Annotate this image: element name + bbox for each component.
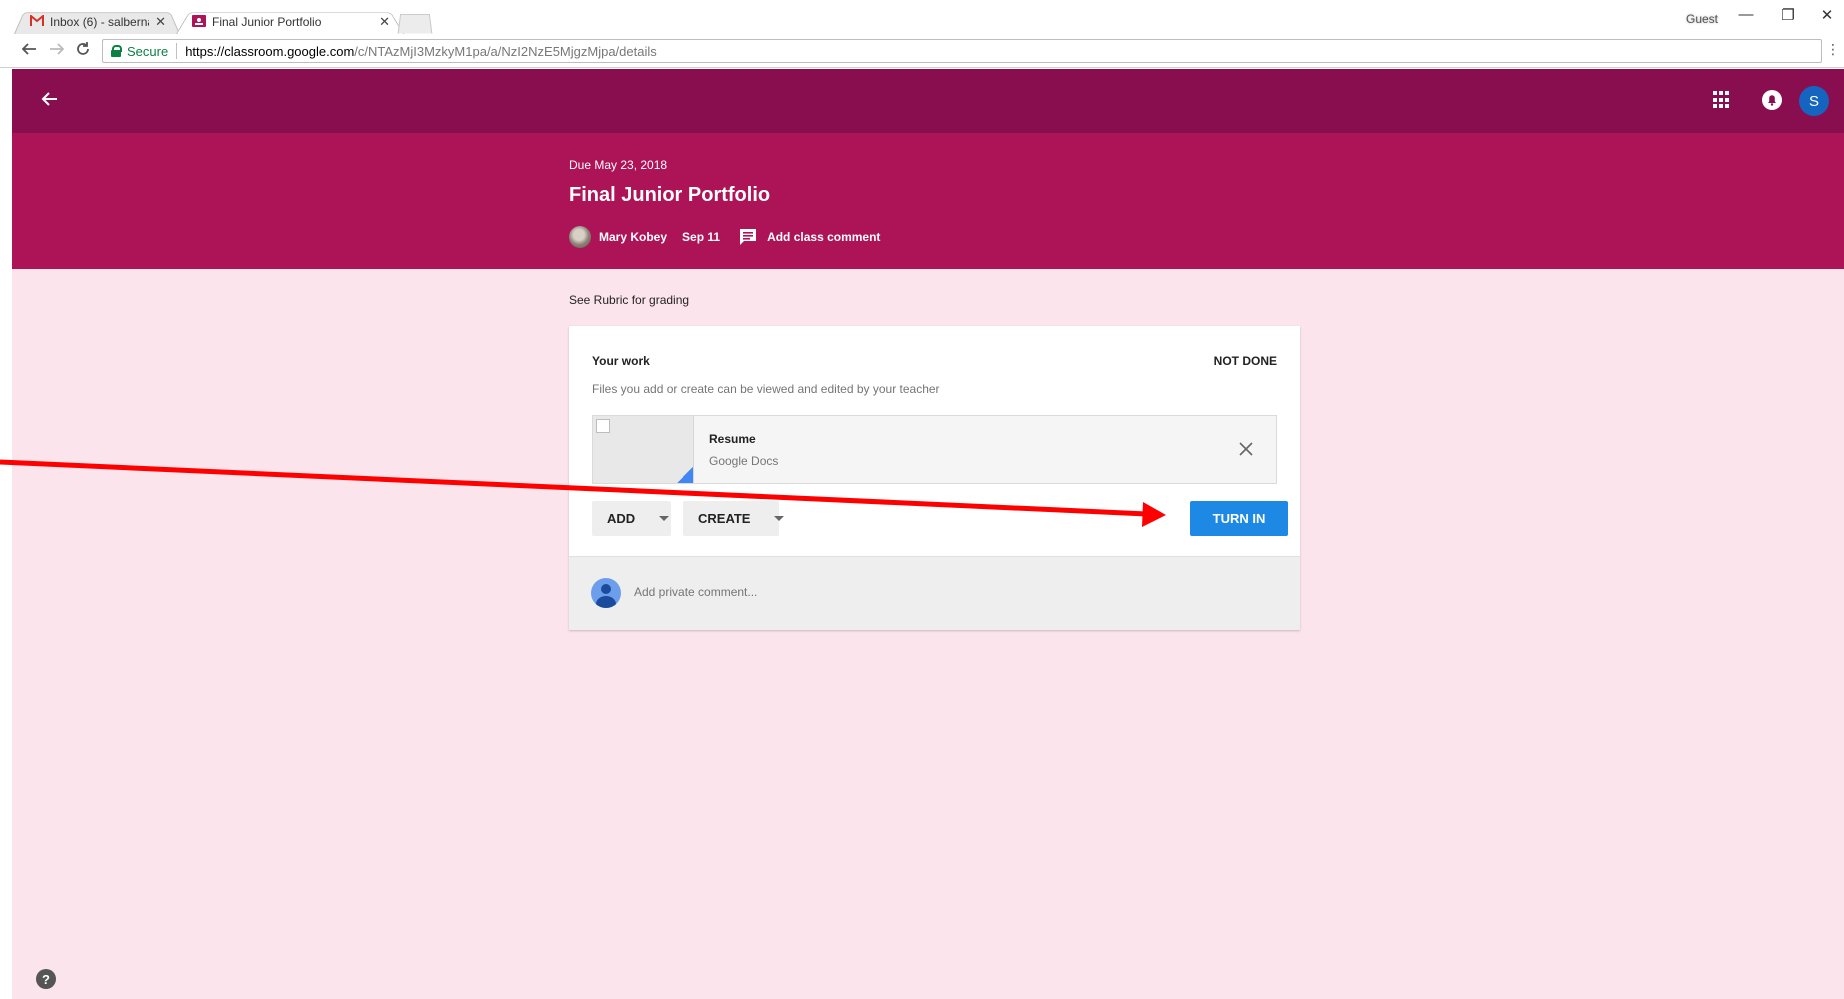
- user-avatar[interactable]: S: [1799, 86, 1829, 116]
- guest-profile-label[interactable]: Guest: [1686, 12, 1718, 26]
- gmail-icon: [30, 15, 44, 26]
- browser-menu-icon[interactable]: ⋮: [1826, 41, 1840, 58]
- due-date: Due May 23, 2018: [569, 158, 668, 172]
- attachment-item[interactable]: Resume Google Docs: [592, 415, 1277, 484]
- back-arrow-icon[interactable]: [38, 87, 62, 111]
- add-button[interactable]: ADD: [592, 501, 671, 536]
- user-icon: [591, 578, 621, 608]
- tab-close-icon[interactable]: ✕: [155, 14, 166, 30]
- broken-image-icon: [596, 419, 610, 433]
- notifications-bell-icon[interactable]: [1760, 88, 1784, 112]
- tab-close-icon[interactable]: ✕: [379, 14, 390, 30]
- docs-corner-icon: [677, 467, 693, 483]
- attachment-thumbnail[interactable]: [593, 416, 694, 483]
- close-window-icon[interactable]: ✕: [1812, 6, 1842, 24]
- attachment-type: Google Docs: [709, 454, 779, 468]
- assignment-meta: Mary Kobey Sep 11 Add class comment: [569, 225, 880, 249]
- back-icon[interactable]: [20, 40, 38, 58]
- private-comment-row: [569, 556, 1300, 630]
- forward-icon[interactable]: [48, 40, 66, 58]
- chevron-down-icon: [774, 516, 785, 521]
- app-bar: S: [12, 69, 1844, 133]
- classroom-icon: [192, 15, 206, 27]
- url-host: https://classroom.google.com: [185, 43, 355, 59]
- restore-icon[interactable]: ❐: [1773, 6, 1803, 24]
- address-divider: [176, 43, 178, 59]
- posted-date: Sep 11: [682, 230, 721, 244]
- teacher-avatar: [569, 226, 591, 248]
- browser-tab-strip: Inbox (6) - salbernaz@sc ✕ Final Junior …: [0, 0, 1844, 34]
- help-icon[interactable]: ?: [36, 969, 56, 989]
- create-button[interactable]: CREATE: [683, 501, 785, 536]
- assignment-instructions: See Rubric for grading: [569, 293, 690, 307]
- add-button-label: ADD: [607, 511, 636, 526]
- chevron-down-icon: [659, 516, 670, 521]
- assignment-header: Due May 23, 2018 Final Junior Portfolio …: [12, 133, 1844, 269]
- add-class-comment-link[interactable]: Add class comment: [767, 230, 880, 244]
- private-comment-input[interactable]: [634, 585, 1234, 599]
- assignment-title: Final Junior Portfolio: [569, 184, 771, 206]
- address-bar[interactable]: Secure https://classroom.google.com/c/NT…: [102, 39, 1822, 63]
- tab-title: Final Junior Portfolio: [212, 14, 322, 29]
- your-work-card: Your work NOT DONE Files you add or crea…: [569, 326, 1300, 630]
- your-work-heading: Your work: [592, 354, 650, 368]
- secure-label: Secure: [127, 43, 169, 59]
- remove-attachment-icon[interactable]: [1237, 440, 1255, 458]
- apps-grid-icon[interactable]: [1713, 91, 1731, 109]
- minimize-icon[interactable]: —: [1731, 6, 1761, 23]
- status-badge: NOT DONE: [1213, 354, 1277, 368]
- browser-toolbar: Secure https://classroom.google.com/c/NT…: [0, 34, 1844, 68]
- url-path: /c/NTAzMjI3MzkyM1pa/a/NzI2NzE5MjgzMjpa/d…: [354, 43, 657, 59]
- create-button-label: CREATE: [698, 511, 751, 526]
- tab-title: Inbox (6) - salbernaz@sc: [50, 14, 149, 29]
- tab-gmail-inbox[interactable]: Inbox (6) - salbernaz@sc ✕: [14, 9, 180, 34]
- classroom-page: S Due May 23, 2018 Final Junior Portfoli…: [12, 69, 1844, 999]
- new-tab-button[interactable]: [397, 14, 433, 34]
- turn-in-button[interactable]: TURN IN: [1190, 501, 1288, 536]
- your-work-hint: Files you add or create can be viewed an…: [592, 382, 940, 396]
- comment-icon[interactable]: [738, 227, 758, 247]
- attachment-name[interactable]: Resume: [709, 432, 756, 446]
- teacher-name: Mary Kobey: [599, 230, 668, 244]
- lock-icon: [111, 45, 122, 57]
- tab-final-junior-portfolio[interactable]: Final Junior Portfolio ✕: [176, 9, 404, 34]
- reload-icon[interactable]: [74, 40, 92, 58]
